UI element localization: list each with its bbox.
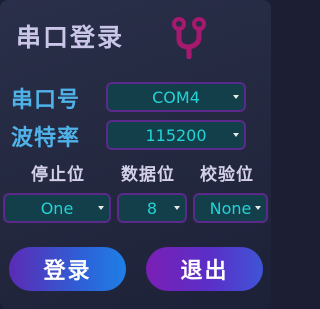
stop-bits-select[interactable]: One (3, 193, 111, 223)
baud-select[interactable]: 115200 (106, 120, 246, 150)
chevron-down-icon (233, 95, 239, 99)
chevron-down-icon (233, 133, 239, 137)
port-select[interactable]: COM4 (106, 82, 246, 112)
chevron-down-icon (255, 206, 261, 210)
chevron-down-icon (98, 206, 104, 210)
stop-bits-value: One (40, 198, 74, 218)
chevron-down-icon (174, 206, 180, 210)
exit-button[interactable]: 退出 (146, 247, 263, 291)
data-bits-label: 数据位 (121, 165, 175, 185)
baud-label: 波特率 (11, 126, 81, 151)
branch-icon (172, 17, 206, 59)
port-value: COM4 (152, 87, 200, 107)
login-button[interactable]: 登录 (9, 247, 126, 291)
baud-value: 115200 (145, 125, 207, 145)
serial-login-panel: 串口登录 串口号 COM4 波特率 115200 停止位 数据位 校验位 One… (0, 0, 271, 309)
port-label: 串口号 (11, 88, 81, 113)
data-bits-select[interactable]: 8 (117, 193, 187, 223)
stop-bits-label: 停止位 (31, 165, 85, 185)
parity-label: 校验位 (200, 165, 254, 185)
parity-select[interactable]: None (193, 193, 268, 223)
page-title: 串口登录 (16, 23, 125, 52)
